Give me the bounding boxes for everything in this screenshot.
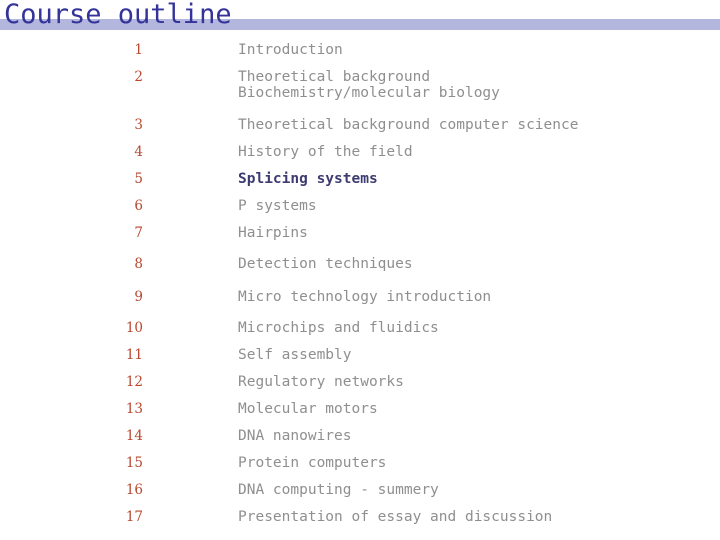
outline-item-title: Hairpins bbox=[238, 225, 308, 241]
outline-item-title: Theoretical background computer science bbox=[238, 117, 579, 133]
outline-item-subtitle: Biochemistry/molecular biology bbox=[238, 85, 500, 101]
outline-item-number: 14 bbox=[125, 428, 143, 444]
outline-item-number: 3 bbox=[134, 117, 143, 133]
outline-row[interactable]: 13 Molecular motors bbox=[0, 401, 720, 417]
outline-row[interactable]: 2 Theoretical background Biochemistry/mole… bbox=[0, 69, 720, 102]
outline-item-label[interactable]: Protein computers bbox=[143, 455, 720, 471]
outline-item-number: 6 bbox=[134, 198, 143, 214]
outline-row[interactable]: 16 DNA computing - summery bbox=[0, 482, 720, 498]
outline-item-label[interactable]: Microchips and fluidics bbox=[143, 320, 720, 336]
outline-item-number: 2 bbox=[134, 69, 143, 85]
outline-item-title: Microchips and fluidics bbox=[238, 320, 439, 336]
outline-row[interactable]: 14 DNA nanowires bbox=[0, 428, 720, 444]
outline-item-title: P systems bbox=[238, 198, 317, 214]
outline-row[interactable]: 1 Introduction bbox=[0, 42, 720, 58]
outline-item-number: 7 bbox=[134, 225, 143, 241]
outline-row[interactable]: 5 Splicing systems bbox=[0, 171, 720, 187]
slide-title-block: Course outline bbox=[0, 0, 720, 40]
outline-item-number: 15 bbox=[125, 455, 143, 471]
outline-item-label[interactable]: History of the field bbox=[143, 144, 720, 160]
outline-item-title: Protein computers bbox=[238, 455, 387, 471]
outline-item-number: 5 bbox=[134, 171, 143, 187]
outline-item-number: 10 bbox=[125, 320, 143, 336]
outline-item-title: Molecular motors bbox=[238, 401, 378, 417]
outline-item-title: Detection techniques bbox=[238, 256, 413, 272]
outline-row[interactable]: 4 History of the field bbox=[0, 144, 720, 160]
outline-row[interactable]: 9 Micro technology introduction bbox=[0, 289, 720, 305]
outline-item-label[interactable]: Detection techniques bbox=[143, 256, 720, 272]
outline-item-number: 17 bbox=[125, 509, 143, 525]
outline-item-label[interactable]: Self assembly bbox=[143, 347, 720, 363]
outline-row[interactable]: 10 Microchips and fluidics bbox=[0, 320, 720, 336]
outline-item-title: Introduction bbox=[238, 42, 343, 58]
outline-item-label[interactable]: Presentation of essay and discussion bbox=[143, 509, 720, 525]
outline-item-number: 11 bbox=[125, 347, 143, 363]
outline-item-title: Regulatory networks bbox=[238, 374, 404, 390]
outline-item-label[interactable]: Hairpins bbox=[143, 225, 720, 241]
outline-item-title: Theoretical background bbox=[238, 69, 431, 85]
outline-item-title: Micro technology introduction bbox=[238, 289, 492, 305]
outline-item-label[interactable]: DNA computing - summery bbox=[143, 482, 720, 498]
course-outline-list: 1 Introduction 2 Theoretical background Bioc… bbox=[0, 42, 720, 525]
outline-item-label[interactable]: Micro technology introduction bbox=[143, 289, 720, 305]
outline-row[interactable]: 15 Protein computers bbox=[0, 455, 720, 471]
outline-item-number: 13 bbox=[125, 401, 143, 417]
outline-item-title: DNA computing - summery bbox=[238, 482, 439, 498]
outline-item-number: 8 bbox=[134, 256, 143, 272]
outline-item-title: Splicing systems bbox=[238, 171, 378, 187]
outline-item-title: History of the field bbox=[238, 144, 413, 160]
outline-item-title: Self assembly bbox=[238, 347, 352, 363]
outline-item-label[interactable]: Theoretical background Biochemistry/molec… bbox=[143, 69, 720, 102]
outline-row[interactable]: 8 Detection techniques bbox=[0, 256, 720, 272]
outline-item-label[interactable]: Theoretical background computer science bbox=[143, 117, 720, 133]
outline-item-label[interactable]: DNA nanowires bbox=[143, 428, 720, 444]
outline-item-number: 16 bbox=[125, 482, 143, 498]
outline-item-title: DNA nanowires bbox=[238, 428, 352, 444]
outline-item-label[interactable]: P systems bbox=[143, 198, 720, 214]
outline-row[interactable]: 6 P systems bbox=[0, 198, 720, 214]
outline-item-label[interactable]: Molecular motors bbox=[143, 401, 720, 417]
page-title: Course outline bbox=[4, 0, 232, 30]
outline-row[interactable]: 12 Regulatory networks bbox=[0, 374, 720, 390]
outline-row[interactable]: 3 Theoretical background computer science bbox=[0, 117, 720, 133]
outline-item-number: 1 bbox=[134, 42, 143, 58]
outline-item-number: 4 bbox=[134, 144, 143, 160]
outline-row[interactable]: 11 Self assembly bbox=[0, 347, 720, 363]
outline-item-label[interactable]: Splicing systems bbox=[143, 171, 720, 187]
outline-item-label[interactable]: Introduction bbox=[143, 42, 720, 58]
outline-item-title: Presentation of essay and discussion bbox=[238, 509, 553, 525]
outline-row[interactable]: 17 Presentation of essay and discussion bbox=[0, 509, 720, 525]
outline-item-label[interactable]: Regulatory networks bbox=[143, 374, 720, 390]
outline-row[interactable]: 7 Hairpins bbox=[0, 225, 720, 241]
outline-item-number: 12 bbox=[125, 374, 143, 390]
outline-item-number: 9 bbox=[134, 289, 143, 305]
